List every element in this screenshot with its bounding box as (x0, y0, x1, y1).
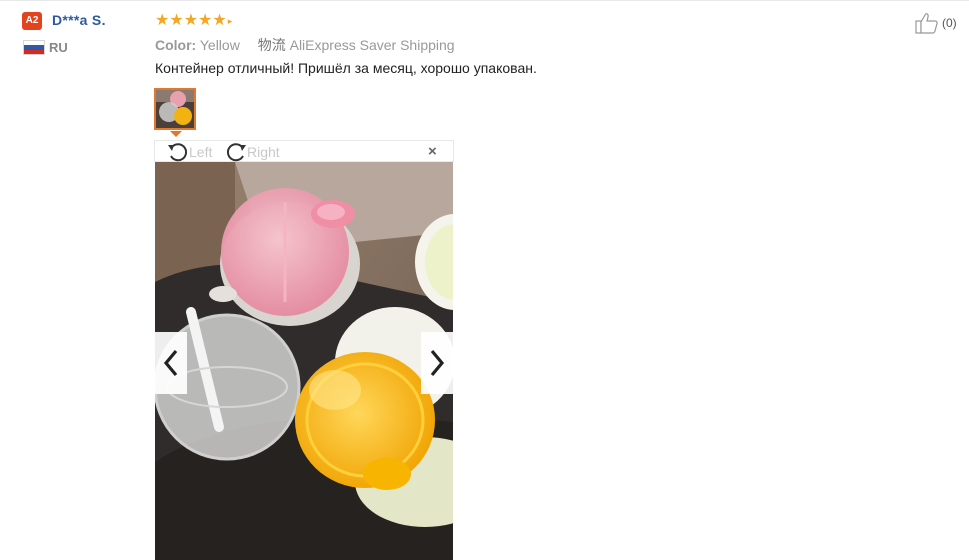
thumbnail-pointer (170, 131, 182, 137)
color-value: Yellow (199, 37, 240, 53)
review-photo-thumbnail[interactable] (154, 88, 196, 130)
star-icon: ★ (183, 12, 199, 29)
color-label: Color: (155, 37, 197, 53)
next-photo-button[interactable] (421, 332, 453, 394)
close-icon[interactable]: × (428, 144, 437, 160)
thumbs-up-icon (915, 12, 939, 34)
star-icon: ★ (212, 12, 227, 29)
rotate-right-icon (226, 143, 246, 162)
rating-caret-icon: ▸ (227, 16, 233, 26)
chevron-right-icon (430, 349, 445, 377)
chevron-left-icon (163, 349, 178, 377)
helpful-button[interactable]: (0) (915, 12, 957, 34)
viewer-toolbar: Left Right × (154, 140, 454, 162)
rotate-right-label: Right (247, 144, 280, 160)
flag-icon (23, 40, 45, 55)
photo-viewer: Left Right × (154, 140, 454, 560)
rotate-left-label: Left (189, 144, 213, 160)
shipping-label: 物流 (257, 37, 286, 53)
star-icon: ★ (169, 12, 184, 29)
review-photo (155, 162, 453, 560)
star-rating: ★ ★ ★ ★ ★ ▸ (155, 13, 232, 29)
reviewer-name: D***a S. (52, 12, 106, 28)
shipping-value: AliExpress Saver Shipping (289, 37, 455, 53)
review-meta: Color: Yellow 物流 AliExpress Saver Shippi… (155, 35, 455, 55)
rotate-left-icon (168, 143, 188, 162)
previous-photo-button[interactable] (155, 332, 187, 394)
top-divider (0, 0, 969, 1)
rotate-right-button[interactable]: Right (225, 141, 280, 163)
rotate-left-button[interactable]: Left (167, 141, 212, 163)
review-text: Контейнер отличный! Пришёл за месяц, хор… (155, 60, 537, 76)
reviewer-country: RU (49, 40, 68, 55)
star-icon: ★ (198, 12, 213, 29)
star-icon: ★ (155, 12, 170, 29)
buyer-level-badge: A2 (22, 12, 42, 30)
helpful-count: (0) (942, 16, 957, 30)
